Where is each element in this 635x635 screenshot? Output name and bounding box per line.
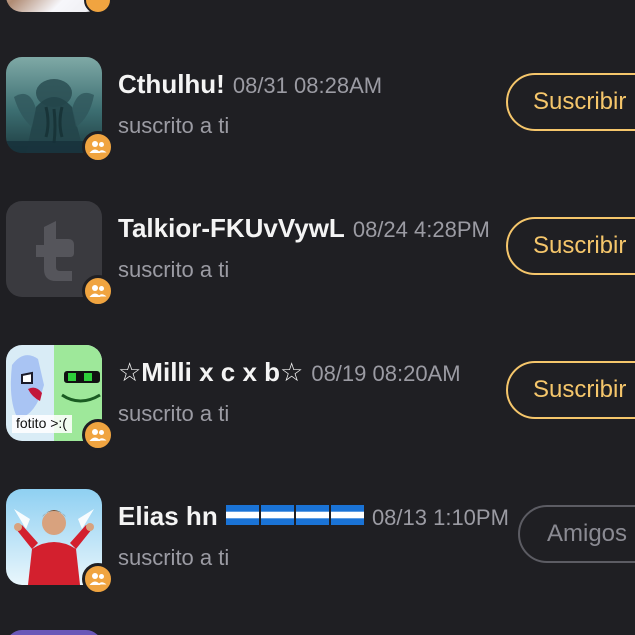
avatar-container [6, 489, 114, 595]
honduras-flag-icon [225, 505, 259, 526]
user-name[interactable]: Cthulhu! [118, 69, 225, 100]
friends-badge-icon [82, 419, 114, 451]
list-item[interactable]: Talkior-FKUvVywL 08/24 4:28PM suscrito a… [0, 201, 635, 311]
friends-badge-icon [82, 275, 114, 307]
followers-list-screen: Cthulhu! 08/31 08:28AM suscrito a ti Sus… [0, 0, 635, 635]
timestamp: 08/24 4:28PM [352, 217, 490, 242]
user-name-text: Elias hn [118, 501, 218, 531]
subscribe-button[interactable]: Suscribir [506, 361, 635, 419]
friends-badge-icon [82, 563, 114, 595]
user-name[interactable]: Elias hn [118, 501, 364, 532]
avatar-container [6, 201, 114, 307]
list-item[interactable]: Cthulhu! 08/31 08:28AM suscrito a ti Sus… [0, 57, 635, 167]
avatar-container [6, 57, 114, 163]
friends-badge-icon [82, 131, 114, 163]
avatar-caption: fotito >:( [16, 415, 67, 431]
avatar-container: fotito >:( [6, 345, 114, 451]
honduras-flag-icon [260, 505, 294, 526]
flag-group [225, 505, 364, 528]
subscription-status: suscrito a ti [118, 257, 230, 282]
user-name[interactable]: Talkior-FKUvVywL [118, 213, 345, 244]
name-line: ☆Milli x c x b☆ 08/19 08:20AM [118, 357, 461, 388]
list-item[interactable]: Elias hn 08/13 1:10PM suscrito a ti Amig… [0, 489, 635, 599]
friends-badge-icon [84, 0, 112, 14]
subscription-status: suscrito a ti [118, 113, 230, 138]
honduras-flag-icon [295, 505, 329, 526]
name-line: Elias hn 08/13 1:10PM [118, 501, 509, 532]
name-line: Cthulhu! 08/31 08:28AM [118, 69, 382, 100]
timestamp: 08/13 1:10PM [371, 505, 509, 530]
friends-button[interactable]: Amigos [518, 505, 635, 563]
list-item[interactable]: fotito >:( ☆Milli x c x b☆ 08/19 08:20AM… [0, 345, 635, 455]
subscription-status: suscrito a ti [118, 401, 230, 426]
subscribe-button[interactable]: Suscribir [506, 217, 635, 275]
user-name[interactable]: ☆Milli x c x b☆ [118, 357, 303, 388]
timestamp: 08/19 08:20AM [311, 361, 461, 386]
subscribe-button[interactable]: Suscribir [506, 73, 635, 131]
name-line: Talkior-FKUvVywL 08/24 4:28PM [118, 213, 490, 244]
honduras-flag-icon [330, 505, 364, 526]
user-avatar-partial[interactable] [6, 630, 102, 635]
timestamp: 08/31 08:28AM [232, 73, 383, 98]
subscription-status: suscrito a ti [118, 545, 230, 570]
